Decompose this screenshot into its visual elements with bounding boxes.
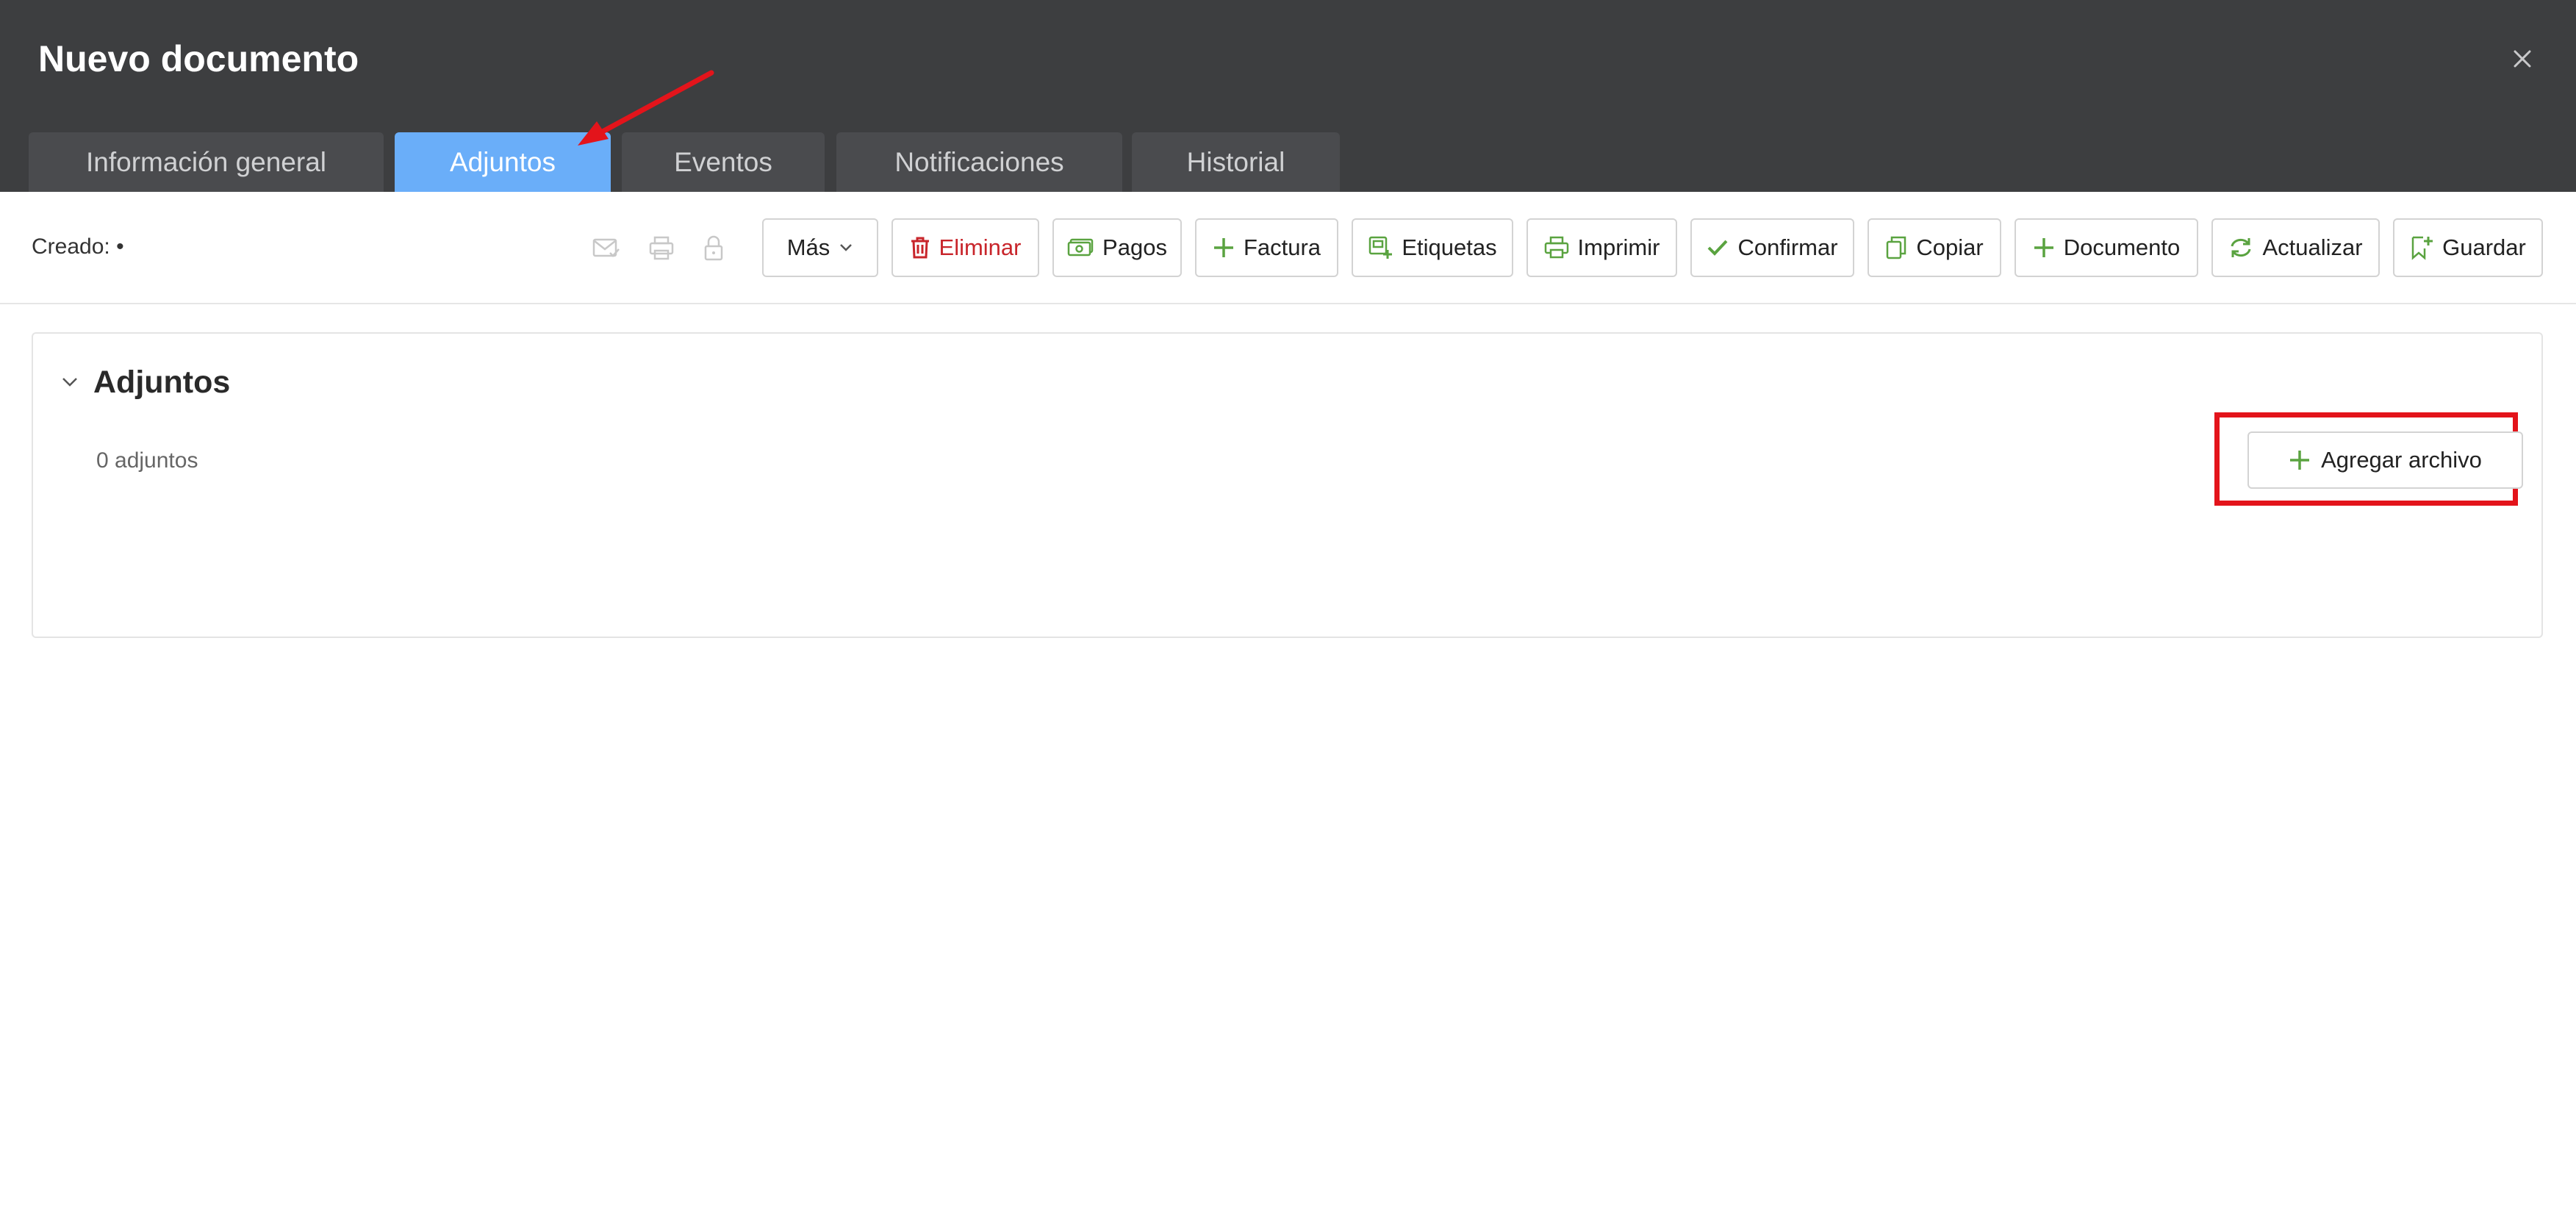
chevron-down-icon bbox=[840, 244, 853, 251]
print-icon bbox=[1544, 236, 1568, 259]
etiquetas-button[interactable]: Etiquetas bbox=[1352, 218, 1513, 277]
tab-label: Historial bbox=[1186, 146, 1285, 177]
factura-button[interactable]: Factura bbox=[1195, 218, 1338, 277]
trash-icon bbox=[911, 237, 929, 259]
collapse-toggle[interactable] bbox=[55, 363, 85, 400]
tab-label: Eventos bbox=[674, 146, 772, 177]
add-file-label: Agregar archivo bbox=[2321, 447, 2482, 473]
factura-label: Factura bbox=[1243, 234, 1321, 260]
plus-icon bbox=[2290, 451, 2310, 470]
refresh-icon bbox=[2231, 238, 2251, 257]
tab-historial[interactable]: Historial bbox=[1132, 132, 1340, 192]
plus-icon bbox=[2034, 238, 2053, 257]
imprimir-label: Imprimir bbox=[1577, 234, 1660, 260]
tab-informacion-general[interactable]: Información general bbox=[29, 132, 384, 192]
lock-icon[interactable] bbox=[697, 232, 730, 265]
print-icon[interactable] bbox=[645, 232, 678, 265]
money-icon bbox=[1067, 238, 1094, 257]
copiar-label: Copiar bbox=[1916, 234, 1984, 260]
close-icon bbox=[2514, 50, 2531, 68]
eliminar-button[interactable]: Eliminar bbox=[891, 218, 1039, 277]
section-title: Adjuntos bbox=[93, 365, 231, 400]
plus-icon bbox=[1213, 238, 1233, 257]
dialog-title: Nuevo documento bbox=[38, 38, 359, 79]
add-file-button[interactable]: Agregar archivo bbox=[2247, 431, 2523, 489]
eliminar-label: Eliminar bbox=[939, 234, 1022, 260]
tab-label: Adjuntos bbox=[450, 146, 556, 177]
dialog-header: Nuevo documento Información general Adju… bbox=[0, 0, 2576, 192]
tab-adjuntos[interactable]: Adjuntos bbox=[395, 132, 611, 192]
tab-label: Notificaciones bbox=[894, 146, 1064, 177]
mas-label: Más bbox=[786, 234, 830, 260]
guardar-label: Guardar bbox=[2442, 234, 2526, 260]
pagos-button[interactable]: Pagos bbox=[1052, 218, 1182, 277]
tab-notificaciones[interactable]: Notificaciones bbox=[836, 132, 1122, 192]
attachments-count: 0 adjuntos bbox=[96, 448, 198, 473]
guardar-button[interactable]: Guardar bbox=[2393, 218, 2543, 277]
check-icon bbox=[1708, 240, 1728, 256]
actualizar-label: Actualizar bbox=[2262, 234, 2363, 260]
etiquetas-label: Etiquetas bbox=[1402, 234, 1497, 260]
pagos-label: Pagos bbox=[1102, 234, 1167, 260]
imprimir-button[interactable]: Imprimir bbox=[1526, 218, 1677, 277]
close-button[interactable] bbox=[2499, 32, 2546, 85]
copiar-button[interactable]: Copiar bbox=[1868, 218, 2001, 277]
tag-add-icon bbox=[1369, 236, 1393, 259]
chevron-down-icon bbox=[62, 378, 77, 387]
mail-check-icon[interactable] bbox=[590, 232, 623, 265]
confirmar-button[interactable]: Confirmar bbox=[1690, 218, 1854, 277]
documento-button[interactable]: Documento bbox=[2014, 218, 2198, 277]
documento-label: Documento bbox=[2063, 234, 2181, 260]
confirmar-label: Confirmar bbox=[1737, 234, 1838, 260]
created-label: Creado: • bbox=[32, 234, 124, 259]
copy-icon bbox=[1887, 236, 1906, 259]
toolbar: Creado: • Más Eliminar Pagos Factura Eti… bbox=[0, 192, 2576, 304]
actualizar-button[interactable]: Actualizar bbox=[2211, 218, 2380, 277]
bookmark-save-icon bbox=[2411, 236, 2433, 260]
mas-button[interactable]: Más bbox=[762, 218, 878, 277]
tab-label: Información general bbox=[85, 146, 327, 177]
tab-eventos[interactable]: Eventos bbox=[622, 132, 825, 192]
attachments-panel: Adjuntos 0 adjuntos bbox=[32, 332, 2543, 638]
